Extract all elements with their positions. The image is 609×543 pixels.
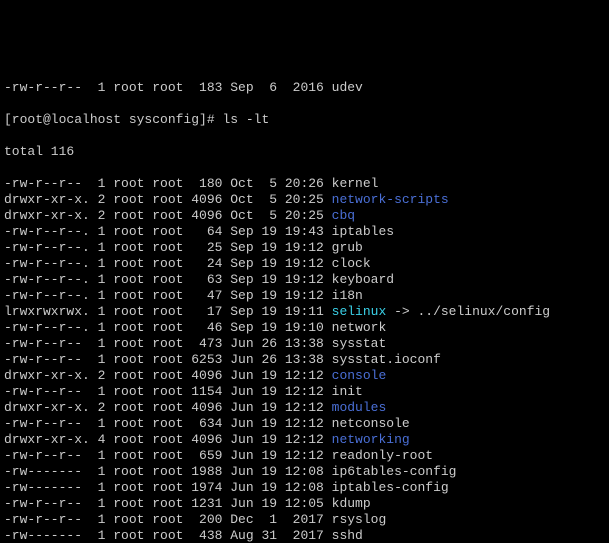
dir-name: cbq xyxy=(332,208,355,223)
list-row: -rw-r--r--. 1 root root 64 Sep 19 19:43 … xyxy=(4,224,605,240)
list-row: -rw-r--r-- 1 root root 634 Jun 19 12:12 … xyxy=(4,416,605,432)
dir-name: modules xyxy=(332,400,387,415)
file-name: ip6tables-config xyxy=(332,464,457,479)
list-row: -rw-r--r-- 1 root root 659 Jun 19 12:12 … xyxy=(4,448,605,464)
link-target: -> ../selinux/config xyxy=(386,304,550,319)
file-name: grub xyxy=(332,240,363,255)
list-row: lrwxrwxrwx. 1 root root 17 Sep 19 19:11 … xyxy=(4,304,605,320)
list-row: -rw-r--r-- 1 root root 6253 Jun 26 13:38… xyxy=(4,352,605,368)
file-name: sysstat xyxy=(332,336,387,351)
list-row: -rw-r--r-- 1 root root 1154 Jun 19 12:12… xyxy=(4,384,605,400)
file-name: netconsole xyxy=(332,416,410,431)
file-name: kdump xyxy=(332,496,371,511)
list-row: drwxr-xr-x. 2 root root 4096 Jun 19 12:1… xyxy=(4,368,605,384)
file-name: sshd xyxy=(332,528,363,543)
list-row: -rw------- 1 root root 1988 Jun 19 12:08… xyxy=(4,464,605,480)
file-name: iptables-config xyxy=(332,480,449,495)
list-row: -rw-r--r--. 1 root root 63 Sep 19 19:12 … xyxy=(4,272,605,288)
list-row: -rw-r--r-- 1 root root 473 Jun 26 13:38 … xyxy=(4,336,605,352)
link-name: selinux xyxy=(332,304,387,319)
file-name: keyboard xyxy=(332,272,394,287)
file-name: udev xyxy=(332,80,363,95)
list-row: drwxr-xr-x. 2 root root 4096 Jun 19 12:1… xyxy=(4,400,605,416)
list-row: -rw------- 1 root root 438 Aug 31 2017 s… xyxy=(4,528,605,543)
total-line: total 116 xyxy=(4,144,605,160)
file-name: rsyslog xyxy=(332,512,387,527)
file-name: readonly-root xyxy=(332,448,433,463)
list-row: -rw-r--r-- 1 root root 180 Oct 5 20:26 k… xyxy=(4,176,605,192)
dir-name: console xyxy=(332,368,387,383)
list-row: -rw-r--r-- 1 root root 1231 Jun 19 12:05… xyxy=(4,496,605,512)
file-name: i18n xyxy=(332,288,363,303)
dir-name: network-scripts xyxy=(332,192,449,207)
file-name: network xyxy=(332,320,387,335)
list-row: drwxr-xr-x. 2 root root 4096 Oct 5 20:25… xyxy=(4,208,605,224)
dir-name: networking xyxy=(332,432,410,447)
prompt-line-top: [root@localhost sysconfig]# ls -lt xyxy=(4,112,605,128)
list-row: -rw-r--r-- 1 root root 200 Dec 1 2017 rs… xyxy=(4,512,605,528)
list-row: -rw-r--r--. 1 root root 46 Sep 19 19:10 … xyxy=(4,320,605,336)
file-name: kernel xyxy=(332,176,379,191)
list-row: drwxr-xr-x. 4 root root 4096 Jun 19 12:1… xyxy=(4,432,605,448)
prompt-text: [root@localhost sysconfig]# xyxy=(4,112,215,127)
file-name: clock xyxy=(332,256,371,271)
list-row: -rw------- 1 root root 1974 Jun 19 12:08… xyxy=(4,480,605,496)
list-row: -rw-r--r--. 1 root root 47 Sep 19 19:12 … xyxy=(4,288,605,304)
file-name: sysstat.ioconf xyxy=(332,352,441,367)
command-text: ls -lt xyxy=(222,112,269,127)
terminal[interactable]: -rw-r--r-- 1 root root 183 Sep 6 2016 ud… xyxy=(0,64,609,543)
file-name: iptables xyxy=(332,224,394,239)
list-row: drwxr-xr-x. 2 root root 4096 Oct 5 20:25… xyxy=(4,192,605,208)
file-name: init xyxy=(332,384,363,399)
list-row: -rw-r--r--. 1 root root 24 Sep 19 19:12 … xyxy=(4,256,605,272)
partial-top-line: -rw-r--r-- 1 root root 183 Sep 6 2016 ud… xyxy=(4,80,605,96)
list-row: -rw-r--r--. 1 root root 25 Sep 19 19:12 … xyxy=(4,240,605,256)
